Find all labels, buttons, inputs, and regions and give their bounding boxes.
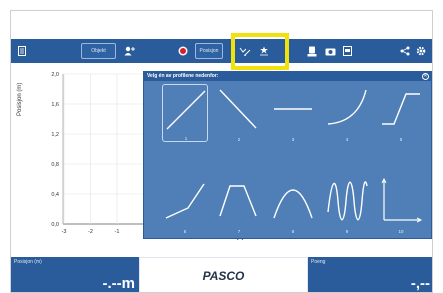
profile-option-8[interactable]: 8 xyxy=(270,176,316,234)
y-tick-label: 1,6 xyxy=(51,102,59,108)
profile-number: 1 xyxy=(184,136,188,141)
toolbar: Objekt Posisjon xyxy=(11,39,432,63)
profile-number: 9 xyxy=(345,229,349,234)
profile-number: 4 xyxy=(345,137,349,142)
gear-icon[interactable] xyxy=(414,39,428,63)
profile-number: 7 xyxy=(237,229,241,234)
x-tick-label: -3 xyxy=(62,229,67,235)
profile-option-5[interactable]: 5 xyxy=(378,84,424,142)
y-tick-label: 0,8 xyxy=(51,162,59,168)
pasco-logo: PASCO xyxy=(202,268,245,283)
profile-option-2[interactable]: 2 xyxy=(216,84,262,142)
x-tick-label: -2 xyxy=(88,229,93,235)
record-button[interactable] xyxy=(176,39,190,63)
profile-option-3[interactable]: 3 xyxy=(270,84,316,142)
y-tick-label: 0,0 xyxy=(51,222,59,228)
dialog-title: Velg én av profilene nedenfor: xyxy=(144,72,431,81)
profile-number: 5 xyxy=(399,137,403,142)
profile-number: 6 xyxy=(183,229,187,234)
close-icon[interactable]: ✕ xyxy=(422,73,429,80)
app-window: Objekt Posisjon 2,0 1,6 1,2 0,8 0,4 0,0 … xyxy=(10,10,433,293)
profile-number: 2 xyxy=(237,137,241,142)
score-value: -,-- xyxy=(410,275,430,292)
sensor-icon[interactable] xyxy=(305,39,319,63)
journal-icon[interactable] xyxy=(340,39,354,63)
profile-number: 3 xyxy=(291,137,295,142)
position-display-label: Posisjon (m) xyxy=(14,259,42,265)
y-tick-label: 1,2 xyxy=(51,132,59,138)
x-tick-label: -1 xyxy=(115,229,120,235)
score-display-panel: Poeng -,-- xyxy=(308,257,432,292)
document-icon[interactable] xyxy=(15,39,29,63)
y-axis-label: Posisjon (m) xyxy=(17,82,23,116)
position-selector[interactable]: Posisjon xyxy=(195,43,223,59)
position-display-value: -.--m xyxy=(102,275,136,292)
y-tick-label: 0,4 xyxy=(51,192,59,198)
profile-option-10[interactable]: 10 xyxy=(378,176,424,234)
profile-number: 10 xyxy=(398,229,404,234)
profile-option-4[interactable]: 4 xyxy=(324,84,370,142)
profile-chooser-dialog: Velg én av profilene nedenfor: ✕ 1 2 3 4… xyxy=(143,71,432,239)
profile-option-6[interactable]: 6 xyxy=(162,176,208,234)
profile-option-9[interactable]: 9 xyxy=(324,176,370,234)
profile-option-7[interactable]: 7 xyxy=(216,176,262,234)
profile-option-1[interactable]: 1 xyxy=(162,84,208,142)
share-icon[interactable] xyxy=(398,39,412,63)
camera-icon[interactable] xyxy=(323,39,337,63)
profile-number: 8 xyxy=(291,229,295,234)
score-label: Poeng xyxy=(311,259,326,265)
brand-panel: PASCO xyxy=(139,257,308,292)
object-selector[interactable]: Objekt xyxy=(81,43,116,59)
position-display-panel: Posisjon (m) -.--m xyxy=(11,257,139,292)
y-tick-label: 2,0 xyxy=(51,72,59,78)
add-user-icon[interactable] xyxy=(122,39,136,63)
